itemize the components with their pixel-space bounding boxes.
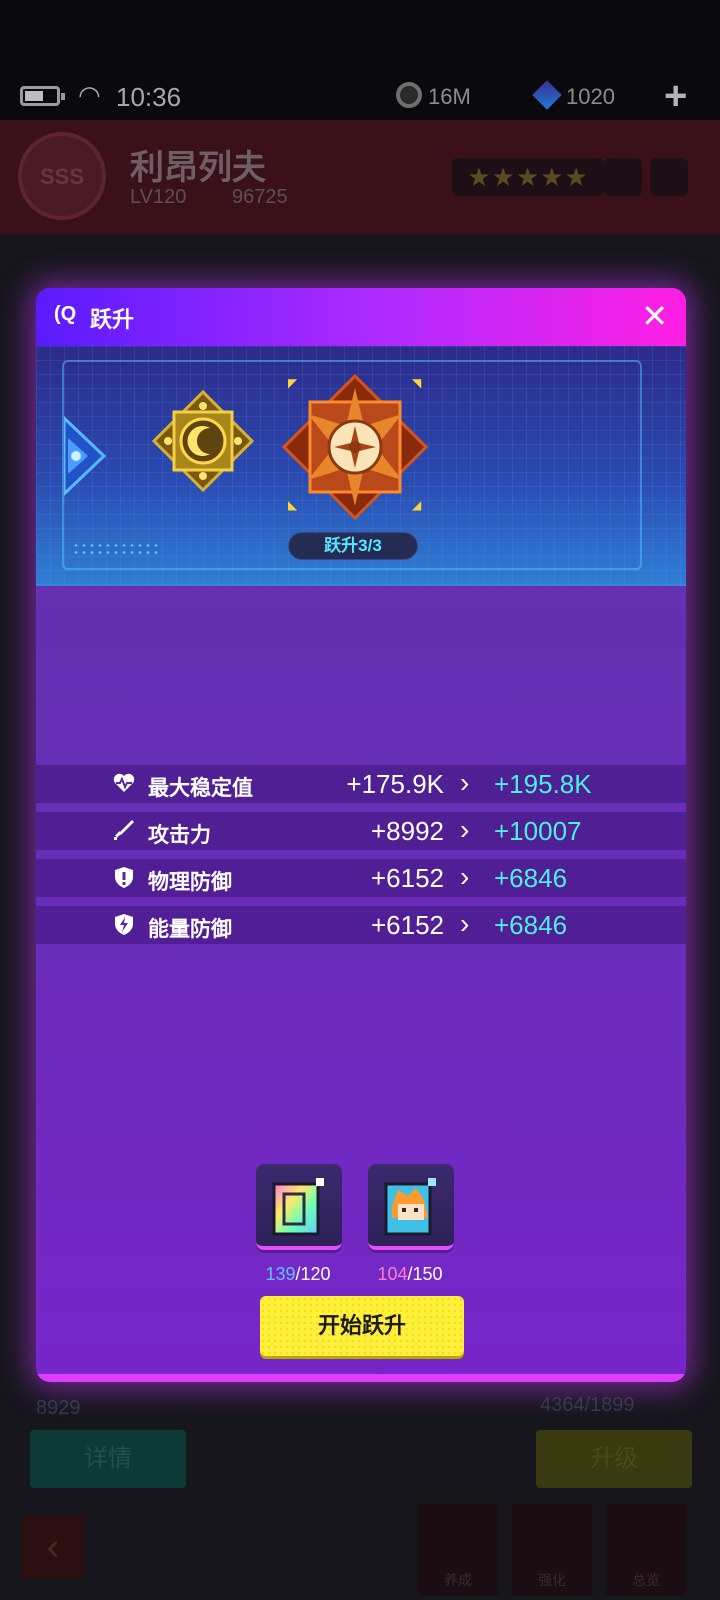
stat-name: 最大稳定值 [148, 777, 253, 800]
ascension-logo-icon: (Q [54, 303, 77, 325]
stage-progress-badge: 跃升3/3 [288, 532, 418, 560]
material-count-chip: 139/120 [265, 1264, 331, 1284]
sun-emblem-icon [282, 374, 428, 520]
stat-old-value: +6152 [370, 863, 444, 893]
stat-new-value: +6846 [494, 910, 568, 940]
material-slot-shard[interactable] [368, 1164, 454, 1250]
stat-row-physical-defense: 物理防御 +6152 › +6846 [36, 859, 686, 897]
gem-count: 1020 [566, 84, 615, 109]
modal-header: (Q 跃升 ✕ [36, 288, 686, 346]
stat-name: 攻击力 [148, 824, 211, 847]
tab-enhance[interactable]: 强化 [512, 1504, 592, 1596]
material-count-shard: 104/150 [377, 1264, 443, 1284]
stage-progress-label: 跃升3/3 [324, 536, 382, 555]
start-ascension-button[interactable]: 开始跃升 [260, 1296, 464, 1356]
stat-old-value: +8992 [370, 816, 444, 846]
tab-train[interactable]: 养成 [418, 1504, 498, 1596]
battery-icon [20, 86, 65, 106]
stat-row-energy-defense: 能量防御 +6152 › +6846 [36, 906, 686, 944]
star-rating: ★★★★★ [452, 158, 604, 196]
arrow-right-icon: › [460, 861, 470, 892]
moon-emblem-icon [152, 390, 254, 492]
shield-bolt-icon [115, 914, 133, 935]
rainbow-chip-icon [272, 1178, 324, 1236]
back-button[interactable]: ‹ [22, 1516, 84, 1578]
emblem-stage-1-icon [64, 415, 107, 497]
gem-icon [532, 80, 562, 110]
stat-row-attack: 攻击力 +8992 › +10007 [36, 812, 686, 850]
close-button[interactable]: ✕ [641, 296, 668, 336]
details-button[interactable]: 详情 [30, 1430, 186, 1488]
ascension-modal: (Q 跃升 ✕ ◤ ◥ ◣ ◢ 跃升3/3 最大稳定值 +175.9K › +1… [36, 288, 686, 1382]
add-currency-button[interactable]: + [664, 74, 687, 119]
character-shard-icon [384, 1178, 436, 1236]
arrow-right-icon: › [460, 814, 470, 845]
coin-icon [396, 82, 422, 108]
modal-title: 跃升 [90, 307, 135, 332]
stat-old-value: +6152 [370, 910, 444, 940]
character-level: LV120 [130, 186, 187, 208]
sword-icon [114, 820, 134, 840]
arrow-right-icon: › [460, 767, 470, 798]
stat-new-value: +195.8K [494, 769, 592, 799]
energy-value: 8929 [36, 1397, 81, 1419]
ascension-stage-panel: ◤ ◥ ◣ ◢ 跃升3/3 [36, 346, 686, 586]
stat-old-value: +175.9K [346, 769, 444, 799]
character-name: 利昂列夫 [130, 149, 266, 187]
weapon-type-icon[interactable] [650, 158, 688, 196]
system-status-bar: ◠ 10:36 16M 1020 + [0, 0, 720, 120]
clock-time: 10:36 [116, 82, 182, 112]
material-slot-chip[interactable] [256, 1164, 342, 1250]
character-power: 96725 [232, 186, 288, 208]
heart-pulse-icon [113, 773, 135, 792]
stat-name: 物理防御 [148, 871, 232, 894]
rank-badge: SSS [18, 132, 106, 220]
element-icon[interactable] [604, 158, 642, 196]
wifi-icon: ◠ [78, 80, 101, 110]
shield-exclaim-icon [115, 867, 133, 888]
exp-value: 4364/1899 [540, 1394, 635, 1416]
stat-name: 能量防御 [148, 918, 232, 941]
upgrade-button[interactable]: 升级 [536, 1430, 692, 1488]
stat-row-max-stability: 最大稳定值 +175.9K › +195.8K [36, 765, 686, 803]
stat-new-value: +10007 [494, 816, 582, 846]
coin-count: 16M [428, 84, 471, 109]
arrow-right-icon: › [460, 908, 470, 939]
tab-overview[interactable]: 总览 [606, 1504, 686, 1596]
stat-new-value: +6846 [494, 863, 568, 893]
